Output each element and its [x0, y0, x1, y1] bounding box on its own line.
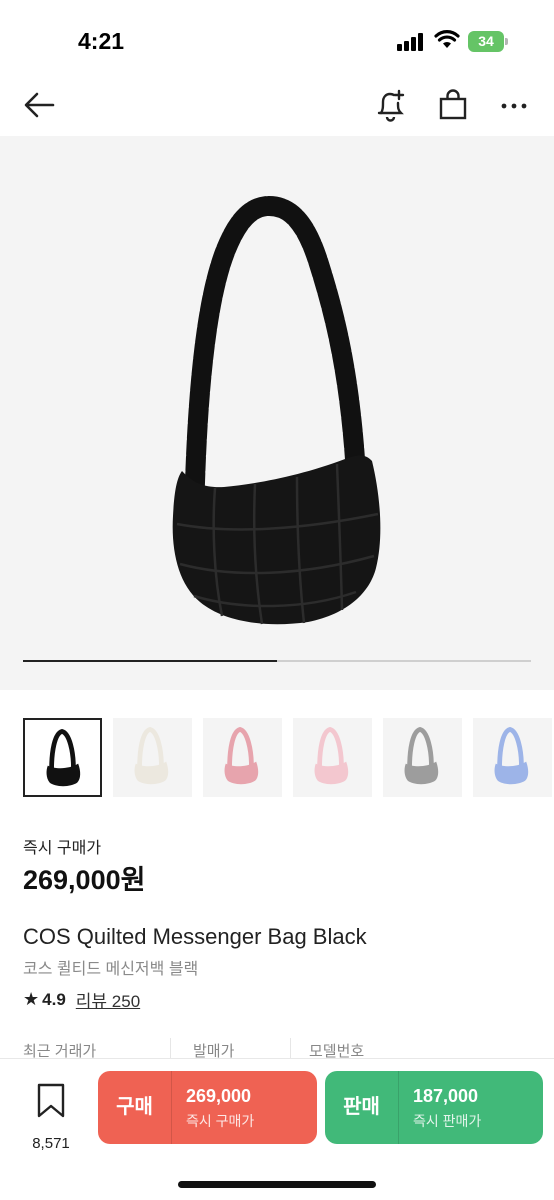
product-image [172, 195, 381, 625]
bag-thumbnail-image [46, 728, 81, 787]
star-icon: ★ [23, 989, 40, 1009]
sell-button-label: 판매 [343, 1096, 380, 1118]
bag-thumbnail-image [494, 726, 529, 785]
battery-level: 34 [468, 31, 504, 52]
price-label: 즉시 구매가 [23, 840, 102, 857]
color-thumbnail[interactable] [383, 718, 462, 797]
bag-thumbnail-image [314, 726, 349, 785]
home-indicator [178, 1181, 376, 1188]
color-thumbnails [23, 718, 554, 800]
sell-button-subtitle: 즉시 판매가 [413, 1113, 482, 1129]
status-bar: 4:21 34 [0, 0, 554, 78]
arrow-left-icon[interactable] [22, 87, 58, 123]
sell-button[interactable]: 판매 187,000 즉시 판매가 [325, 1071, 543, 1144]
color-thumbnail[interactable] [23, 718, 102, 797]
more-horizontal-icon[interactable] [496, 87, 532, 123]
product-info-labels: 최근 거래가 발매가 모델번호 [0, 1040, 554, 1060]
buy-button-subtitle: 즉시 구매가 [186, 1113, 255, 1129]
status-time: 4:21 [78, 28, 125, 54]
wifi-icon [434, 30, 460, 48]
wishlist-count: 8,571 [32, 1135, 70, 1152]
bookmark-icon [37, 1083, 65, 1118]
top-nav [0, 78, 554, 136]
rating: ★ 4.9 리뷰 250 [23, 987, 140, 1012]
signal-icon [397, 33, 425, 51]
info-divider [290, 1038, 291, 1060]
bag-thumbnail-image [404, 726, 439, 785]
color-thumbnail[interactable] [293, 718, 372, 797]
info-divider [170, 1038, 171, 1060]
shopping-bag-icon[interactable] [435, 87, 471, 123]
wishlist-button[interactable]: 8,571 [24, 1081, 78, 1152]
rating-value: 4.9 [42, 989, 66, 1009]
buy-button-label: 구매 [116, 1096, 153, 1118]
review-link[interactable]: 리뷰 250 [76, 987, 140, 1012]
color-thumbnail[interactable] [113, 718, 192, 797]
bag-thumbnail-image [134, 726, 169, 785]
carousel-progress-fill [23, 660, 277, 662]
battery-icon: 34 [468, 31, 508, 52]
bottom-action-bar: 8,571 구매 269,000 즉시 구매가 판매 187,000 즉시 판매… [0, 1058, 554, 1200]
bell-plus-icon[interactable] [373, 87, 409, 123]
product-name: COS Quilted Messenger Bag Black [23, 924, 367, 949]
buy-button[interactable]: 구매 269,000 즉시 구매가 [98, 1071, 317, 1144]
sell-button-price: 187,000 [413, 1086, 479, 1106]
color-thumbnail[interactable] [473, 718, 552, 797]
product-name-korean: 코스 퀼티드 메신저백 블랙 [23, 961, 199, 978]
price: 269,000원 [23, 865, 146, 895]
carousel-progress [23, 660, 531, 662]
buy-button-price: 269,000 [186, 1086, 252, 1106]
color-thumbnail[interactable] [203, 718, 282, 797]
product-image-carousel[interactable] [0, 136, 554, 690]
bag-thumbnail-image [224, 726, 259, 785]
